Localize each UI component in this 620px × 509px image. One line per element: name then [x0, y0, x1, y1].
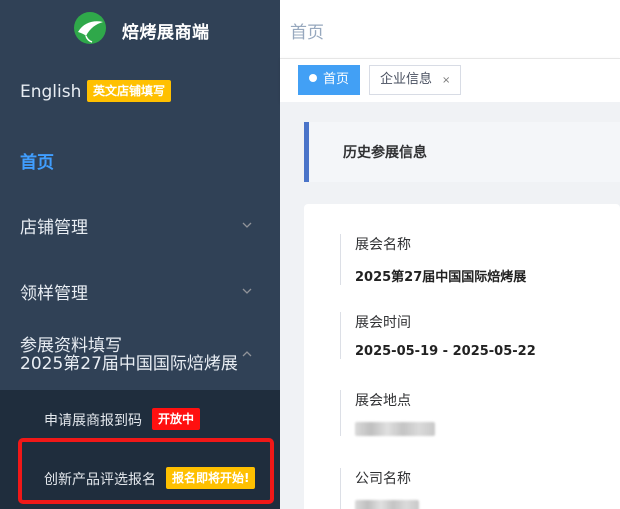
- sidebar-item-label: English: [20, 82, 82, 102]
- chevron-down-icon: [242, 220, 252, 230]
- sidebar-item-english[interactable]: English 英文店铺填写: [0, 72, 280, 112]
- close-icon[interactable]: ×: [442, 75, 450, 86]
- redacted-value: [355, 500, 419, 509]
- app-title: 焙烤展商端: [122, 23, 210, 43]
- redacted-value: [355, 422, 435, 436]
- sidebar-item-home[interactable]: 首页: [0, 138, 280, 178]
- history-title: 历史参展信息: [343, 145, 427, 161]
- chevron-down-icon: [242, 286, 252, 296]
- field-exhibition-time: 展会时间 2025-05-19 - 2025-05-22: [340, 312, 600, 359]
- history-card: 历史参展信息: [304, 122, 620, 182]
- field-label: 展会地点: [355, 393, 411, 409]
- field-label: 展会名称: [355, 237, 411, 253]
- sidebar-item-subtitle: 2025第27届中国国际焙烤展: [20, 354, 238, 374]
- status-badge-open: 开放中: [152, 408, 201, 430]
- sidebar: 焙烤展商端 English 英文店铺填写 首页 店铺管理 领样管理 参展资料填写…: [0, 0, 280, 509]
- app-logo-icon: [74, 12, 106, 44]
- field-label: 展会时间: [355, 315, 411, 331]
- submenu-item-checkin-code[interactable]: 申请展商报到码 开放中: [0, 402, 280, 436]
- english-store-badge: 英文店铺填写: [87, 80, 172, 102]
- content: 历史参展信息 展会名称 2025第27届中国国际焙烤展 展会时间 2025-05…: [280, 102, 620, 509]
- sidebar-item-label: 店铺管理: [20, 218, 88, 238]
- chevron-up-icon: [242, 349, 252, 359]
- sidebar-item-sample-management[interactable]: 领样管理: [0, 269, 280, 309]
- field-exhibition-name: 展会名称 2025第27届中国国际焙烤展: [340, 234, 600, 285]
- breadcrumb[interactable]: 首页: [290, 18, 324, 43]
- sidebar-item-store-management[interactable]: 店铺管理: [0, 203, 280, 243]
- submenu-item-label: 申请展商报到码: [44, 413, 142, 429]
- tag-label: 首页: [323, 72, 350, 87]
- navbar: 首页: [280, 0, 620, 58]
- app-root: 焙烤展商端 English 英文店铺填写 首页 店铺管理 领样管理 参展资料填写…: [0, 0, 620, 509]
- sidebar-item-label: 领样管理: [20, 284, 88, 304]
- field-label: 公司名称: [355, 471, 411, 487]
- exhibition-info-card: 展会名称 2025第27届中国国际焙烤展 展会时间 2025-05-19 - 2…: [304, 204, 620, 509]
- highlight-annotation: [18, 438, 274, 504]
- field-exhibition-location: 展会地点: [340, 390, 600, 436]
- tag-home[interactable]: 首页: [298, 65, 361, 95]
- field-value: 2025-05-19 - 2025-05-22: [355, 344, 536, 359]
- tags-view: 首页 企业信息 ×: [280, 58, 620, 102]
- field-value: 2025第27届中国国际焙烤展: [355, 270, 527, 285]
- logo[interactable]: 焙烤展商端: [0, 0, 280, 58]
- main-area: 首页 首页 企业信息 × 历史参展信息 展会名称 2025第27届中国国际焙烤展 …: [280, 0, 620, 509]
- tag-company-info[interactable]: 企业信息 ×: [369, 65, 462, 95]
- active-dot-icon: [309, 74, 317, 82]
- sidebar-item-exhibition-info[interactable]: 参展资料填写 2025第27届中国国际焙烤展: [0, 334, 280, 384]
- field-company-name: 公司名称: [340, 468, 600, 509]
- tag-label: 企业信息: [380, 72, 433, 87]
- sidebar-item-label: 首页: [20, 153, 54, 173]
